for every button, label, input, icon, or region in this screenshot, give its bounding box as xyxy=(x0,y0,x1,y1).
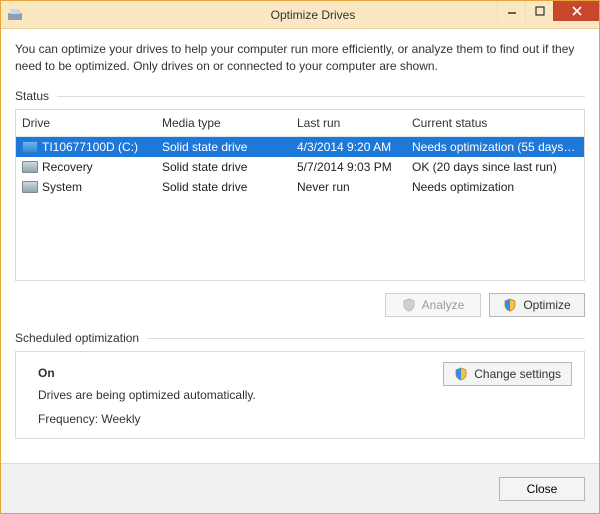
window-controls xyxy=(497,1,599,21)
column-headers[interactable]: Drive Media type Last run Current status xyxy=(16,110,584,137)
drive-name: TI10677100D (C:) xyxy=(42,140,138,154)
optimize-label: Optimize xyxy=(523,298,570,312)
drive-lastrun: 5/7/2014 9:03 PM xyxy=(297,160,412,174)
shield-icon xyxy=(454,367,468,381)
drive-lastrun: 4/3/2014 9:20 AM xyxy=(297,140,412,154)
drive-name: System xyxy=(42,180,82,194)
scheduled-state: On xyxy=(38,366,431,380)
drive-status: OK (20 days since last run) xyxy=(412,160,578,174)
drive-media: Solid state drive xyxy=(162,180,297,194)
drive-lastrun: Never run xyxy=(297,180,412,194)
drive-media: Solid state drive xyxy=(162,160,297,174)
analyze-label: Analyze xyxy=(422,298,465,312)
titlebar[interactable]: Optimize Drives xyxy=(1,1,599,29)
drive-icon xyxy=(22,161,38,173)
col-media[interactable]: Media type xyxy=(162,114,297,132)
change-settings-button[interactable]: Change settings xyxy=(443,362,572,386)
scheduled-section-header: Scheduled optimization xyxy=(15,331,585,347)
bottom-bar: Close xyxy=(1,463,599,513)
drive-list[interactable]: Drive Media type Last run Current status… xyxy=(15,109,585,281)
action-buttons: Analyze Optimize xyxy=(15,293,585,317)
table-row[interactable]: TI10677100D (C:) Solid state drive4/3/201… xyxy=(16,137,584,157)
col-status[interactable]: Current status xyxy=(412,114,578,132)
shield-icon xyxy=(503,298,517,312)
optimize-drives-window: Optimize Drives You can optimize your dr… xyxy=(0,0,600,514)
close-button[interactable]: Close xyxy=(499,477,585,501)
scheduled-info: On Drives are being optimized automatica… xyxy=(28,362,431,426)
drive-rows: TI10677100D (C:)Solid state drive4/3/201… xyxy=(16,137,584,197)
intro-text: You can optimize your drives to help you… xyxy=(15,41,585,75)
drive-name: Recovery xyxy=(42,160,93,174)
col-last[interactable]: Last run xyxy=(297,114,412,132)
scheduled-box: On Drives are being optimized automatica… xyxy=(15,351,585,439)
drive-icon xyxy=(22,181,38,193)
drive-status: Needs optimization xyxy=(412,180,578,194)
drive-status: Needs optimization (55 days since last r… xyxy=(412,140,578,154)
app-icon xyxy=(7,7,23,23)
drive-media: Solid state drive xyxy=(162,140,297,154)
table-row[interactable]: System Solid state driveNever runNeeds op… xyxy=(16,177,584,197)
change-settings-label: Change settings xyxy=(474,367,561,381)
maximize-button[interactable] xyxy=(525,1,553,21)
content-area: You can optimize your drives to help you… xyxy=(1,29,599,463)
scheduled-freq: Frequency: Weekly xyxy=(38,412,431,426)
drive-icon xyxy=(22,141,38,153)
scheduled-label: Scheduled optimization xyxy=(15,331,139,345)
scheduled-desc: Drives are being optimized automatically… xyxy=(38,388,431,402)
optimize-button[interactable]: Optimize xyxy=(489,293,585,317)
close-window-button[interactable] xyxy=(553,1,599,21)
table-row[interactable]: Recovery Solid state drive5/7/2014 9:03 P… xyxy=(16,157,584,177)
status-section-header: Status xyxy=(15,89,585,105)
shield-icon xyxy=(402,298,416,312)
minimize-button[interactable] xyxy=(497,1,525,21)
status-label: Status xyxy=(15,89,49,103)
col-drive[interactable]: Drive xyxy=(22,114,162,132)
analyze-button[interactable]: Analyze xyxy=(385,293,481,317)
